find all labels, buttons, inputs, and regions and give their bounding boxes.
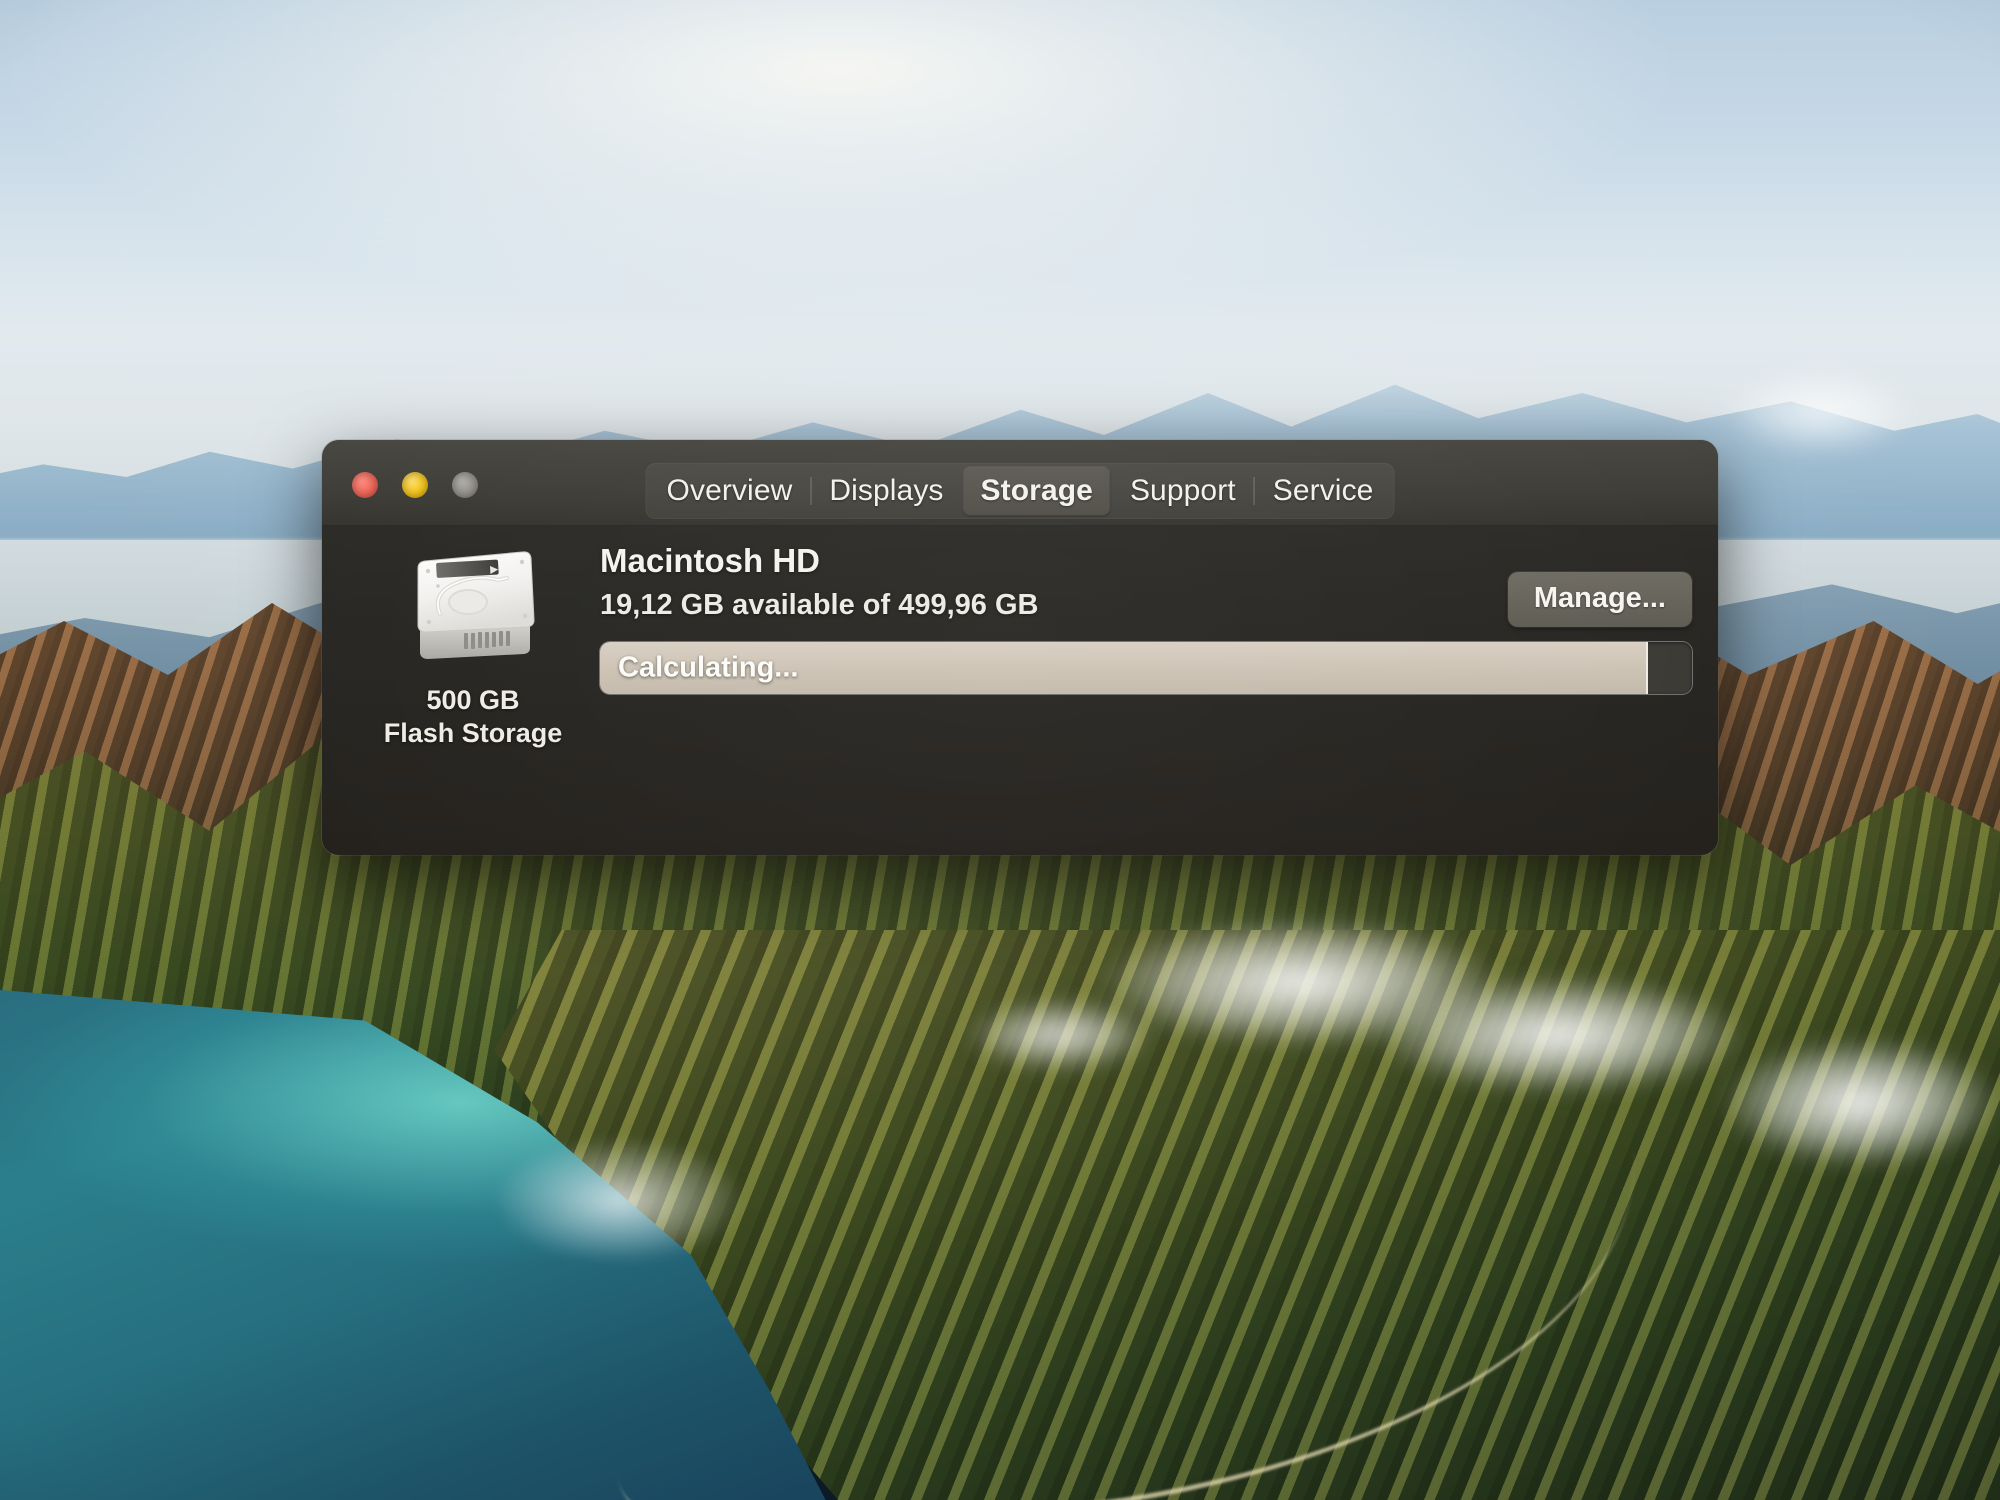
tab-overview[interactable]: Overview [650, 467, 810, 515]
tab-support[interactable]: Support [1113, 467, 1253, 515]
close-button[interactable] [352, 472, 378, 498]
hard-drive-icon [402, 540, 544, 668]
storage-pane: 500 GB Flash Storage Macintosh HD 19,12 … [322, 526, 1718, 855]
traffic-light-group [352, 472, 478, 498]
tab-service[interactable]: Service [1256, 467, 1391, 515]
tab-displays[interactable]: Displays [812, 467, 960, 515]
cloud-3 [1680, 1020, 2000, 1185]
window-titlebar[interactable]: Overview Displays Storage Support Servic… [322, 440, 1718, 526]
drive-type-label: Flash Storage [383, 717, 563, 748]
tab-bar: Overview Displays Storage Support Servic… [646, 464, 1394, 518]
manage-button[interactable]: Manage... [1507, 572, 1692, 627]
minimize-button[interactable] [402, 472, 428, 498]
storage-progress-label: Calculating... [618, 651, 799, 684]
cloud-4 [1700, 360, 1940, 465]
about-this-mac-window[interactable]: Overview Displays Storage Support Servic… [322, 440, 1718, 855]
cloud-5 [940, 990, 1180, 1080]
drive-summary-column: 500 GB Flash Storage [348, 540, 598, 750]
volume-info-block: Macintosh HD 19,12 GB available of 499,9… [600, 542, 1692, 627]
drive-caption: 500 GB Flash Storage [384, 684, 563, 750]
storage-progress-bar: Calculating... [600, 642, 1692, 694]
zoom-button[interactable] [452, 472, 478, 498]
tab-storage[interactable]: Storage [963, 467, 1110, 515]
tab-separator-4 [1253, 477, 1255, 505]
tab-separator-1 [810, 477, 812, 505]
drive-capacity-label: 500 GB [426, 685, 520, 715]
